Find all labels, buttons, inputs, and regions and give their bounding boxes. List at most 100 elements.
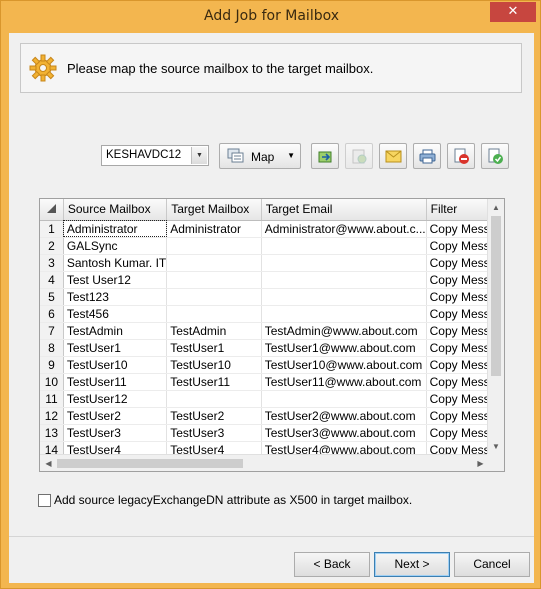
cell-email[interactable]: TestUser10@www.about.com [261, 356, 427, 374]
print-button[interactable] [413, 143, 441, 169]
cell-target[interactable]: TestUser10 [166, 356, 262, 374]
row-number[interactable]: 2 [40, 237, 64, 255]
scroll-up-icon[interactable]: ▲ [488, 199, 504, 216]
import-button[interactable] [345, 143, 373, 169]
title-bar[interactable]: Add Job for Mailbox ✕ [1, 1, 541, 33]
cell-email[interactable]: TestUser1@www.about.com [261, 339, 427, 357]
cell-target[interactable] [166, 305, 262, 323]
cell-target[interactable] [166, 237, 262, 255]
mailbox-mapping-grid[interactable]: Source Mailbox Target Mailbox Target Ema… [39, 198, 505, 472]
email-button[interactable] [379, 143, 407, 169]
cell-target[interactable]: Administrator [166, 220, 262, 238]
table-row[interactable]: 1 Administrator Administrator Administrator… [40, 220, 504, 238]
cell-email[interactable]: TestAdmin@www.about.com [261, 322, 427, 340]
gear-icon [29, 54, 57, 82]
x500-checkbox[interactable] [38, 494, 51, 507]
cell-target[interactable]: TestUser3 [166, 424, 262, 442]
cell-email[interactable]: TestUser11@www.about.com [261, 373, 427, 391]
column-header-target[interactable]: Target Mailbox [166, 199, 262, 221]
row-number[interactable]: 13 [40, 424, 64, 442]
table-row[interactable]: 9 TestUser10 TestUser10 TestUser10@www.abou… [40, 356, 504, 374]
cell-target[interactable]: TestUser11 [166, 373, 262, 391]
table-row[interactable]: 3 Santosh Kumar. IT Copy Messag [40, 254, 504, 272]
cell-email[interactable] [261, 288, 427, 306]
footer-separator [9, 536, 534, 537]
cell-source[interactable]: Santosh Kumar. IT [63, 254, 168, 272]
table-row[interactable]: 5 Test123 Copy Messag [40, 288, 504, 306]
cell-source[interactable]: TestUser11 [63, 373, 168, 391]
map-button[interactable]: Map ▼ [219, 143, 301, 169]
table-row[interactable]: 8 TestUser1 TestUser1 TestUser1@www.about.c… [40, 339, 504, 357]
corner-triangle-icon [46, 204, 56, 214]
scroll-down-icon[interactable]: ▼ [488, 438, 504, 455]
table-row[interactable]: 12 TestUser2 TestUser2 TestUser2@www.about.… [40, 407, 504, 425]
select-all-corner[interactable] [40, 199, 64, 221]
table-row[interactable]: 11 TestUser12 Copy Messag [40, 390, 504, 408]
cell-target[interactable]: TestUser1 [166, 339, 262, 357]
cell-source[interactable]: Test456 [63, 305, 168, 323]
cancel-button[interactable]: Cancel [454, 552, 530, 577]
horizontal-scrollbar[interactable]: ◀ ▶ [40, 454, 489, 471]
next-button[interactable]: Next > [374, 552, 450, 577]
row-number[interactable]: 6 [40, 305, 64, 323]
close-button[interactable]: ✕ [490, 2, 536, 22]
horizontal-scroll-thumb[interactable] [57, 459, 243, 468]
table-row[interactable]: 4 Test User12 Copy Messag [40, 271, 504, 289]
cell-source[interactable]: Test123 [63, 288, 168, 306]
vertical-scrollbar[interactable]: ▲ ▼ [487, 199, 504, 455]
cell-source[interactable]: TestUser12 [63, 390, 168, 408]
cell-email[interactable] [261, 305, 427, 323]
cell-target[interactable] [166, 271, 262, 289]
cell-email[interactable]: TestUser2@www.about.com [261, 407, 427, 425]
row-number[interactable]: 7 [40, 322, 64, 340]
cell-target[interactable] [166, 390, 262, 408]
cell-source[interactable]: Administrator [63, 220, 168, 238]
cell-email[interactable] [261, 271, 427, 289]
cell-source[interactable]: TestUser2 [63, 407, 168, 425]
table-row[interactable]: 13 TestUser3 TestUser3 TestUser3@www.about.… [40, 424, 504, 442]
chevron-down-icon[interactable]: ▼ [191, 147, 207, 164]
verify-icon [488, 148, 503, 164]
row-number[interactable]: 8 [40, 339, 64, 357]
cell-target[interactable] [166, 288, 262, 306]
cell-email[interactable] [261, 254, 427, 272]
add-job-window: Add Job for Mailbox ✕ Please map the sou… [0, 0, 541, 589]
cell-source[interactable]: TestUser3 [63, 424, 168, 442]
map-icon [227, 148, 244, 163]
cell-source[interactable]: TestUser10 [63, 356, 168, 374]
cell-source[interactable]: TestUser1 [63, 339, 168, 357]
row-number[interactable]: 4 [40, 271, 64, 289]
server-combo-value: KESHAVDC12 [106, 149, 182, 161]
vertical-scroll-thumb[interactable] [491, 216, 501, 376]
table-row[interactable]: 2 GALSync Copy Messag [40, 237, 504, 255]
table-row[interactable]: 7 TestAdmin TestAdmin TestAdmin@www.about.c… [40, 322, 504, 340]
x500-checkbox-label[interactable]: Add source legacyExchangeDN attribute as… [54, 493, 412, 507]
cell-email[interactable] [261, 390, 427, 408]
cell-email[interactable] [261, 237, 427, 255]
row-number[interactable]: 5 [40, 288, 64, 306]
row-number[interactable]: 3 [40, 254, 64, 272]
cell-source[interactable]: GALSync [63, 237, 168, 255]
cell-target[interactable] [166, 254, 262, 272]
row-number[interactable]: 11 [40, 390, 64, 408]
cell-target[interactable]: TestAdmin [166, 322, 262, 340]
row-number[interactable]: 9 [40, 356, 64, 374]
table-row[interactable]: 6 Test456 Copy Messag [40, 305, 504, 323]
row-number[interactable]: 10 [40, 373, 64, 391]
column-header-email[interactable]: Target Email [261, 199, 427, 221]
row-number[interactable]: 1 [40, 220, 64, 238]
cell-target[interactable]: TestUser2 [166, 407, 262, 425]
table-row[interactable]: 10 TestUser11 TestUser11 TestUser11@www.abo… [40, 373, 504, 391]
cell-source[interactable]: TestAdmin [63, 322, 168, 340]
server-combo[interactable]: KESHAVDC12 ▼ [101, 145, 209, 166]
cell-email[interactable]: Administrator@www.about.c... [261, 220, 427, 238]
cell-source[interactable]: Test User12 [63, 271, 168, 289]
column-header-source[interactable]: Source Mailbox [63, 199, 168, 221]
row-number[interactable]: 12 [40, 407, 64, 425]
scroll-left-icon[interactable]: ◀ [40, 455, 57, 471]
back-button[interactable]: < Back [294, 552, 370, 577]
export-button[interactable] [311, 143, 339, 169]
remove-button[interactable] [447, 143, 475, 169]
verify-button[interactable] [481, 143, 509, 169]
cell-email[interactable]: TestUser3@www.about.com [261, 424, 427, 442]
